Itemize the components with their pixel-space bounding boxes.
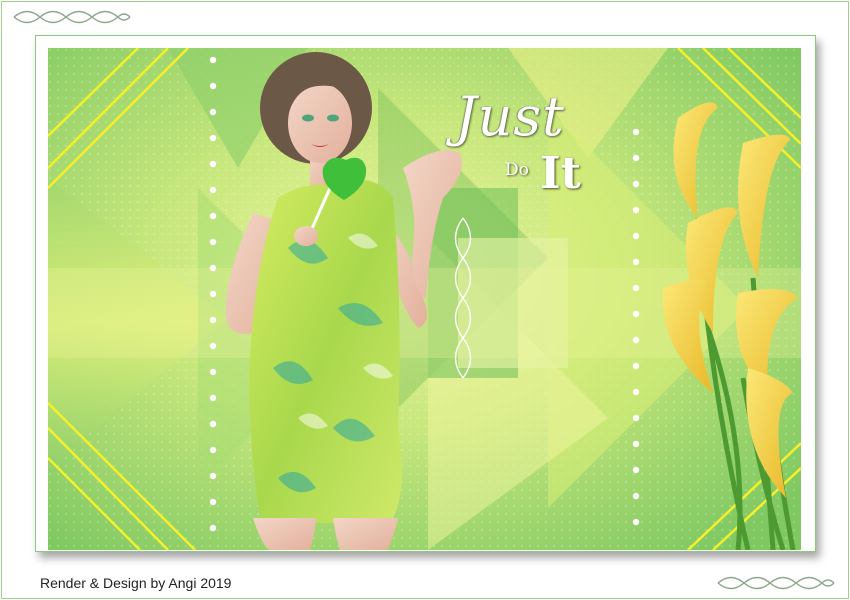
credit-text: Render & Design by Angi 2019 [40,575,232,591]
chain-ornament-bottom-right [717,576,835,590]
title-it: It [540,148,581,199]
artwork-panel [48,48,801,550]
chain-ornament-top-left [13,10,131,24]
title-just: Just [455,85,565,148]
title-do: Do [505,160,529,180]
artwork-illustration [48,48,801,550]
